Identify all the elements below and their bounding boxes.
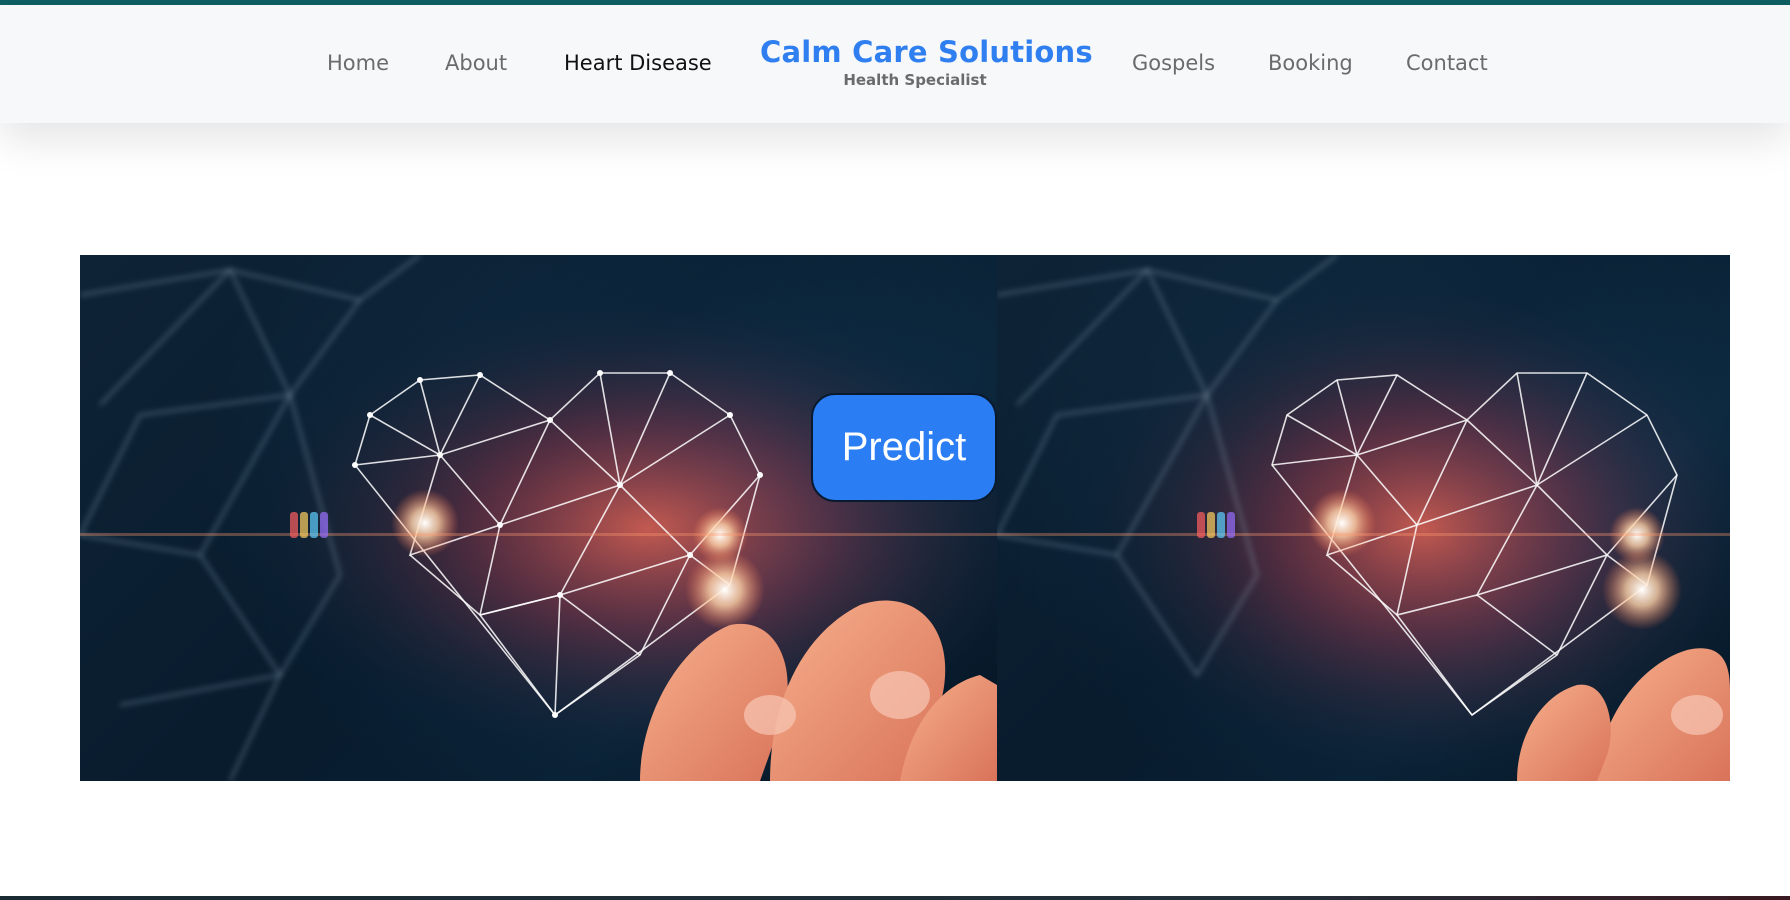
- predict-button[interactable]: Predict: [811, 393, 997, 502]
- nav-link-home[interactable]: Home: [327, 51, 389, 75]
- brand-subtitle: Health Specialist: [843, 71, 987, 89]
- nav-link-heart-disease[interactable]: Heart Disease: [564, 51, 712, 75]
- brand-logo[interactable]: Calm Care Solutions Health Specialist: [760, 35, 1093, 89]
- wireframe-heart-image-repeat: [997, 255, 1730, 781]
- nav-link-booking[interactable]: Booking: [1268, 51, 1353, 75]
- nav-link-gospels[interactable]: Gospels: [1132, 51, 1215, 75]
- nav-link-contact[interactable]: Contact: [1406, 51, 1488, 75]
- hero-banner: [80, 255, 1730, 781]
- nav-link-about[interactable]: About: [445, 51, 507, 75]
- navbar: Home About Heart Disease Calm Care Solut…: [0, 5, 1790, 123]
- hero-image-right: [997, 255, 1730, 781]
- footer-edge: [0, 896, 1790, 900]
- brand-title: Calm Care Solutions: [760, 35, 1093, 69]
- hero-image-left: [80, 255, 997, 781]
- wireframe-heart-image: [80, 255, 997, 781]
